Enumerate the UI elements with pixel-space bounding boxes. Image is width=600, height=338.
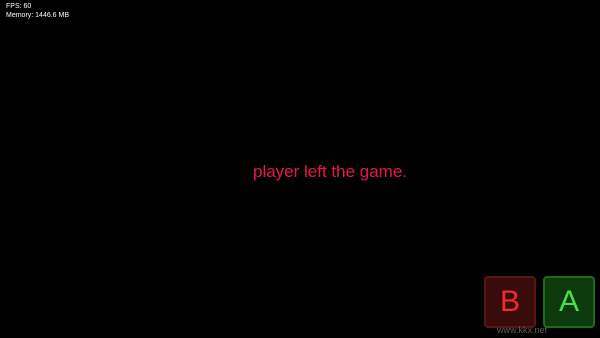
a-button[interactable]: A <box>543 276 595 328</box>
status-message: player left the game. <box>252 162 408 181</box>
fps-counter: FPS: 60 <box>6 3 32 10</box>
memory-counter: Memory: 1446.6 MB <box>6 12 70 19</box>
b-button[interactable]: B <box>484 276 536 328</box>
debug-overlay: FPS: 60 Memory: 1446.6 MB <box>6 2 69 20</box>
